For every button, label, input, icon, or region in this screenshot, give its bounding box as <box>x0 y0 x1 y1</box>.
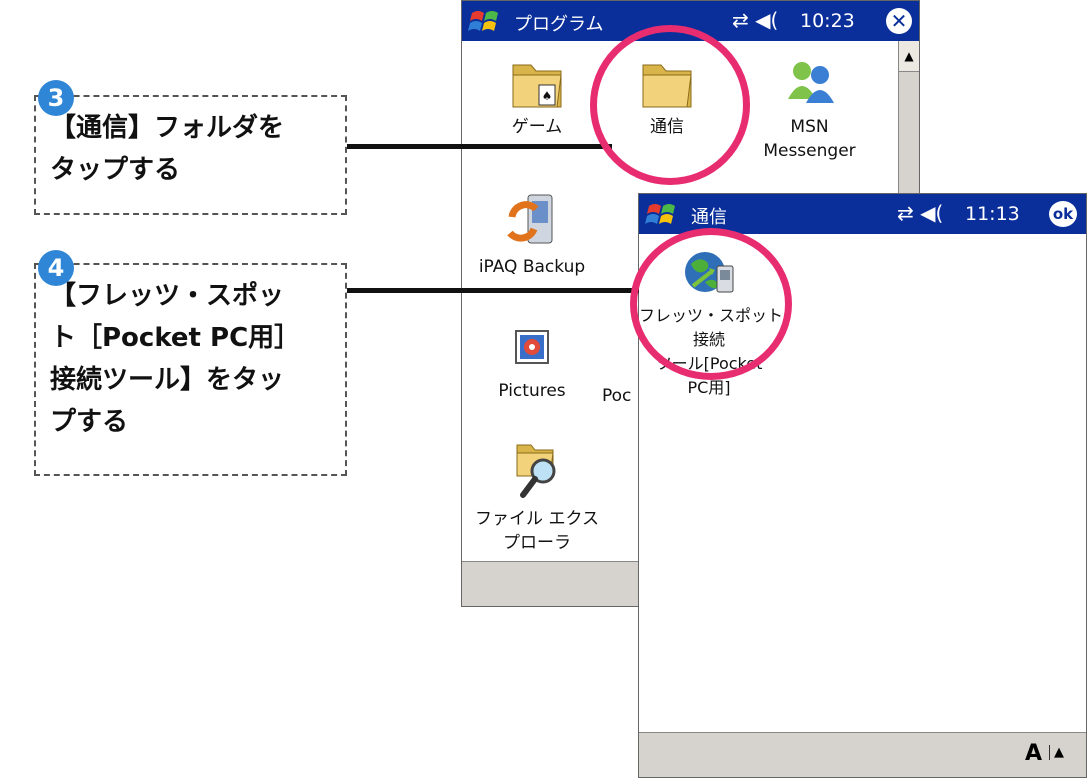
app-msn-label-1: MSN <box>790 117 829 137</box>
highlight-ring-flets-tool <box>630 228 792 380</box>
step-3-leader-line <box>347 144 612 149</box>
communication-clock[interactable]: 11:13 <box>965 203 1020 225</box>
app-file-explorer-label-2: プローラ <box>503 533 571 553</box>
msn-messenger-icon <box>787 62 834 103</box>
step-3-line-1: 【通信】フォルダを <box>50 113 285 143</box>
step-4-leader-line <box>347 288 639 293</box>
app-file-explorer-label-1: ファイル エクス <box>475 509 599 529</box>
step-4-line-2: ト［Pocket PC用］ <box>50 323 301 353</box>
highlight-ring-communication <box>590 25 750 185</box>
close-icon[interactable]: ✕ <box>886 8 912 34</box>
step-4-badge: 4 <box>38 250 74 286</box>
scroll-up-arrow-icon[interactable]: ▲ <box>899 41 919 72</box>
file-explorer-icon <box>516 444 556 498</box>
pictures-icon <box>515 330 549 364</box>
ok-button[interactable]: ok <box>1049 201 1077 227</box>
input-panel-button[interactable]: A <box>1025 741 1042 766</box>
app-pictures[interactable]: Pictures <box>477 319 587 403</box>
step-3-instruction: 【通信】フォルダを タップする <box>34 95 347 215</box>
communication-title: 通信 <box>691 207 727 228</box>
app-msn-messenger[interactable]: MSN Messenger <box>747 51 872 163</box>
step-4-line-1: 【フレッツ・スポッ <box>50 281 285 311</box>
ipaq-backup-icon <box>507 194 553 244</box>
windows-start-icon[interactable] <box>468 7 502 35</box>
programs-title: プログラム <box>514 14 604 35</box>
input-panel-arrow-icon[interactable]: ▲ <box>1049 745 1064 760</box>
windows-start-icon[interactable] <box>645 200 679 228</box>
connectivity-volume-icons[interactable]: ⇄ ◀( <box>732 8 778 32</box>
connectivity-volume-icons[interactable]: ⇄ ◀( <box>897 201 943 225</box>
communication-menu-bar: A ▲ <box>639 732 1086 777</box>
app-pictures-label: Pictures <box>498 381 566 401</box>
app-file-explorer[interactable]: ファイル エクス プローラ <box>467 437 607 555</box>
app-games-label: ゲーム <box>511 117 563 137</box>
step-4-instruction: 【フレッツ・スポッ ト［Pocket PC用］ 接続ツール】をタッ プする <box>34 263 347 476</box>
app-ipaq-backup[interactable]: iPAQ Backup <box>462 191 602 279</box>
games-folder-icon: ♠ <box>512 64 562 108</box>
app-games[interactable]: ♠ ゲーム <box>482 51 592 139</box>
programs-clock[interactable]: 10:23 <box>800 10 855 32</box>
app-msn-label-2: Messenger <box>763 141 856 161</box>
app-ipaq-backup-label: iPAQ Backup <box>478 257 586 277</box>
step-3-badge: 3 <box>38 80 74 116</box>
step-3-line-2: タップする <box>50 155 181 185</box>
svg-text:♠: ♠ <box>542 89 553 103</box>
step-4-line-4: プする <box>50 407 129 437</box>
step-4-line-3: 接続ツール】をタッ <box>50 365 285 395</box>
